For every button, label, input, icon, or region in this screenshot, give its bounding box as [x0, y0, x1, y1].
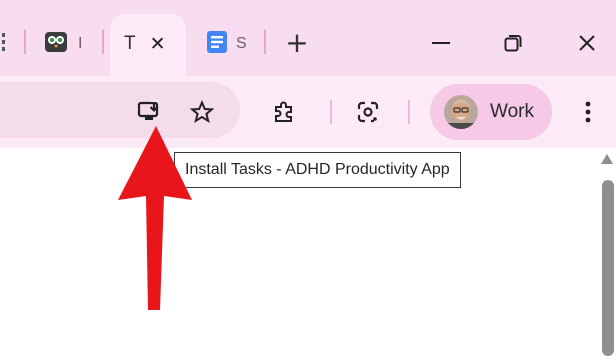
toolbar-separator [330, 100, 332, 124]
google-lens-button[interactable] [350, 94, 386, 130]
close-tab-button[interactable]: ✕ [150, 33, 166, 55]
docs-icon [206, 30, 228, 59]
extensions-button[interactable] [266, 94, 302, 130]
menu-icon [585, 101, 591, 123]
avatar [444, 95, 478, 129]
owl-icon [44, 30, 68, 59]
tab-separator [102, 30, 104, 54]
scroll-up-arrow-icon[interactable] [601, 154, 613, 164]
restore-icon [504, 35, 522, 52]
tab-separator [264, 30, 266, 54]
tab-partial[interactable] [0, 18, 20, 70]
extensions-icon [275, 101, 292, 122]
chrome-menu-button[interactable] [572, 94, 604, 130]
tab-separator [24, 30, 26, 54]
minimize-icon [432, 42, 450, 44]
close-window-button[interactable] [570, 26, 604, 60]
tab-title-active: T [124, 33, 136, 54]
minimize-button[interactable] [424, 26, 458, 60]
toolbar: Work [0, 76, 616, 148]
tab-active-content[interactable]: T ✕ [124, 18, 184, 70]
restore-button[interactable] [496, 26, 530, 60]
tab-docs[interactable]: S [206, 18, 258, 70]
close-icon [579, 35, 595, 51]
tab-strip: I T ✕ S + [0, 0, 616, 76]
plus-icon: + [285, 26, 309, 59]
annotation-arrow-icon [118, 126, 192, 310]
install-tooltip: Install Tasks - ADHD Productivity App [174, 152, 461, 188]
tab-title-owl: I [78, 35, 83, 52]
tab-title-docs: S [236, 35, 247, 52]
tab-owl[interactable]: I [44, 18, 102, 70]
new-tab-button[interactable]: + [280, 26, 314, 60]
page-icon [2, 31, 16, 58]
toolbar-separator [408, 100, 410, 124]
profile-button[interactable]: Work [430, 84, 552, 140]
google-lens-icon [357, 101, 379, 123]
scrollbar-thumb[interactable] [602, 180, 614, 356]
profile-name: Work [490, 101, 534, 122]
